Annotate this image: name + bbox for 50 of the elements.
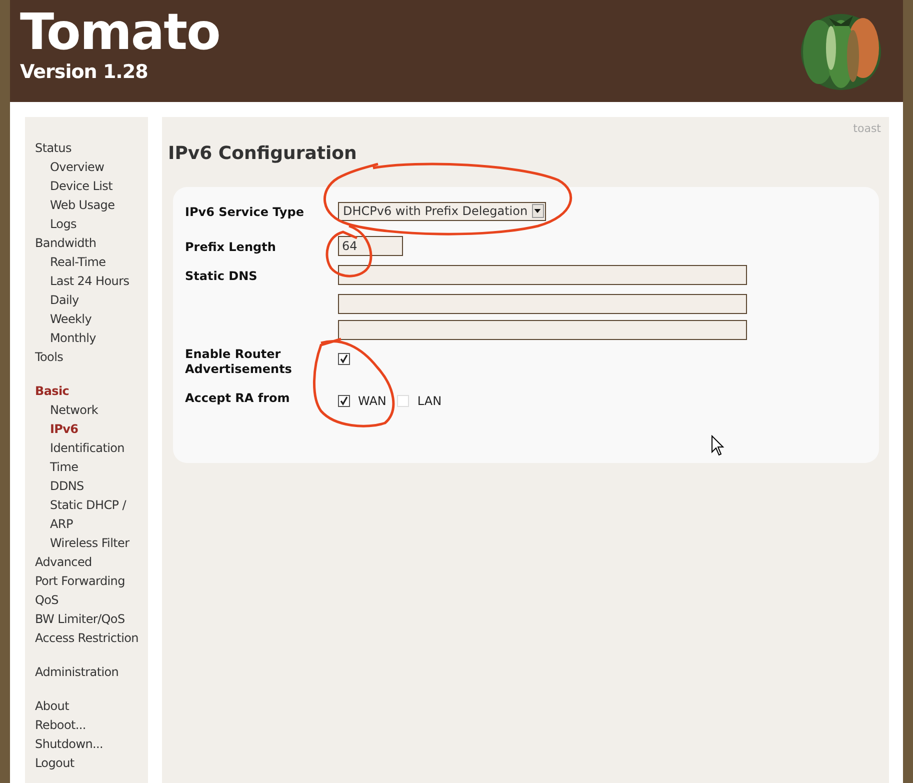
nav-link[interactable]: Reboot...: [35, 716, 86, 735]
nav-link[interactable]: Access Restriction: [35, 629, 138, 648]
nav-link[interactable]: Web Usage: [50, 196, 115, 215]
nav-link[interactable]: Status: [35, 139, 72, 158]
checkbox[interactable]: [338, 394, 350, 406]
nav-link[interactable]: BW Limiter/QoS: [35, 610, 125, 629]
dropdown[interactable]: DHCPv6 with Prefix Delegation: [338, 202, 546, 220]
version-label: Version 1.28: [20, 60, 149, 84]
nav-link[interactable]: Logs: [50, 215, 76, 234]
username-label: toast: [853, 121, 881, 137]
text-field[interactable]: [338, 294, 747, 314]
nav-link[interactable]: Static DHCP / ARP: [50, 496, 148, 534]
nav-link[interactable]: About: [35, 697, 69, 716]
nav-link[interactable]: Network: [50, 401, 98, 420]
nav-link[interactable]: Weekly: [50, 310, 92, 329]
nav-link[interactable]: Tools: [35, 348, 64, 367]
field-label: Prefix Length: [185, 238, 277, 254]
field-label: IPv6 Service Type: [185, 204, 305, 220]
option-label: LAN: [417, 392, 442, 410]
nav-link[interactable]: DDNS: [50, 477, 84, 496]
text-field[interactable]: [338, 264, 747, 284]
nav-link[interactable]: IPv6: [50, 420, 78, 439]
nav-link[interactable]: QoS: [35, 591, 59, 610]
field-label: Enable Router Advertisements: [185, 346, 293, 376]
text-field[interactable]: [338, 320, 747, 340]
nav-link[interactable]: Administration: [35, 663, 119, 682]
nav-link[interactable]: Logout: [35, 754, 74, 773]
nav-link[interactable]: Port Forwarding: [35, 572, 125, 591]
option-label: WAN: [358, 392, 386, 410]
nav-link[interactable]: Monthly: [50, 329, 96, 348]
nav-link[interactable]: Time: [50, 458, 78, 477]
caret-icon: [534, 209, 542, 213]
nav-link[interactable]: Wireless Filter: [50, 534, 130, 553]
page-title: IPv6 Configuration: [168, 142, 357, 164]
field-label: Accept RA from: [185, 390, 291, 406]
nav-link[interactable]: Last 24 Hours: [50, 272, 130, 291]
field-label: Static DNS: [185, 268, 258, 284]
nav-link[interactable]: Shutdown...: [35, 735, 104, 754]
nav-link[interactable]: Basic: [35, 382, 70, 401]
cursor-icon: [711, 435, 725, 456]
nav-link[interactable]: Overview: [50, 158, 104, 177]
text-field[interactable]: 64: [338, 236, 403, 256]
nav-link[interactable]: Daily: [50, 291, 79, 310]
nav-link[interactable]: Identification: [50, 439, 124, 458]
checkbox[interactable]: [338, 352, 350, 364]
nav-link[interactable]: Bandwidth: [35, 234, 96, 253]
app-title: Tomato: [20, 4, 220, 60]
nav-link[interactable]: Real-Time: [50, 253, 106, 272]
nav-link[interactable]: Advanced: [35, 553, 92, 572]
nav-link[interactable]: Device List: [50, 177, 113, 196]
